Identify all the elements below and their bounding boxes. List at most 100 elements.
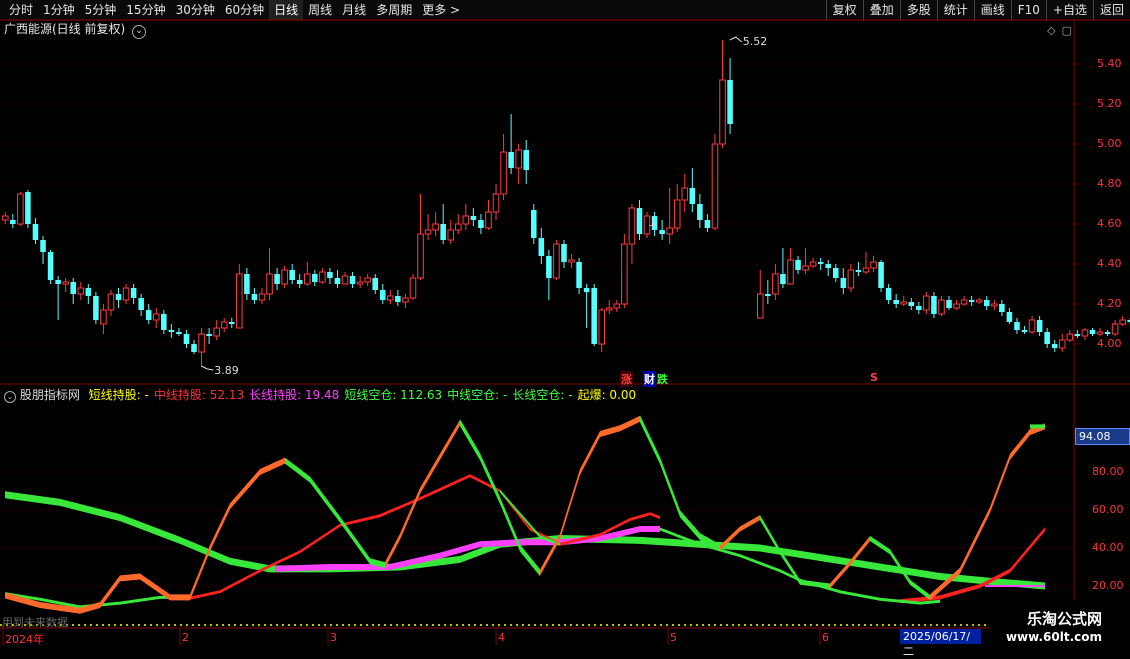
candle-body-up: [356, 281, 364, 285]
price-tick-label: 4.40: [1097, 257, 1122, 270]
candle-body-up: [553, 243, 560, 279]
candle-body-up: [621, 243, 628, 305]
price-tick-label: 4.00: [1097, 337, 1122, 350]
candle-body-down: [115, 294, 122, 300]
candle-body-down: [908, 302, 915, 306]
candle-body-up: [402, 297, 409, 303]
candle-body-down: [274, 274, 280, 284]
candle-body-down: [1074, 334, 1081, 336]
candle-body-down: [244, 274, 250, 294]
watermark-url: www.60lt.com: [1005, 630, 1102, 644]
candle-body-up: [341, 275, 349, 285]
candle-body-up: [938, 299, 945, 315]
candle-body-down: [93, 296, 99, 320]
candle-body-down: [893, 300, 899, 304]
candle-body-up: [1096, 331, 1104, 335]
future-data-note: 用到未来数据: [2, 616, 68, 629]
candle-body-down: [878, 262, 884, 288]
candle-body-up: [319, 271, 326, 283]
candle-body-up: [862, 267, 870, 273]
candle-body-up: [1059, 339, 1066, 349]
candle-body-up: [757, 293, 764, 319]
candle-body-up: [455, 223, 462, 231]
candle-body-down: [659, 230, 665, 234]
candle-body-up: [153, 313, 160, 321]
candle-body-down: [1036, 320, 1043, 332]
indicator-tick-label: 80.00: [1092, 465, 1124, 478]
drop-marker: ⊥: [648, 216, 658, 229]
candle-body-down: [885, 288, 892, 300]
candle-body-down: [296, 280, 303, 284]
candle-body-down: [145, 310, 152, 320]
high-label: 5.52: [743, 35, 768, 48]
candle-body-up: [387, 295, 394, 301]
price-tick-label: 5.20: [1097, 97, 1122, 110]
candle-body-up: [364, 277, 371, 283]
low-label: 3.89: [214, 364, 239, 377]
candle-body-up: [198, 333, 205, 353]
candle-body-down: [704, 220, 711, 228]
candle-body-down: [130, 288, 137, 298]
candle-body-down: [1021, 330, 1028, 332]
candle-body-down: [55, 280, 61, 284]
short-hold-wave-1: [5, 457, 285, 614]
candle-body-down: [40, 240, 46, 252]
candle-body-up: [772, 273, 779, 295]
candle-body-up: [492, 193, 500, 213]
candle-body-up: [991, 303, 998, 307]
event-s-marker[interactable]: S: [870, 371, 878, 384]
candle-body-down: [546, 256, 552, 278]
kline-chart[interactable]: 5.52 3.89 ⊥: [0, 0, 1130, 650]
price-tick-label: 4.80: [1097, 177, 1122, 190]
candle-body-down: [1051, 344, 1058, 348]
high-marker: [729, 36, 743, 43]
candle-body-down: [916, 306, 922, 310]
candle-body-down: [697, 204, 703, 220]
candle-body-up: [424, 229, 432, 235]
candle-body-down: [183, 334, 190, 344]
price-tick-label: 4.60: [1097, 217, 1122, 230]
candle-body-down: [10, 220, 16, 224]
candle-body-down: [508, 152, 514, 168]
short-hold-wave-2: [385, 419, 460, 569]
candle-body-up: [613, 303, 621, 309]
candle-body-up: [447, 229, 455, 241]
candle-body-down: [817, 262, 824, 264]
candle-body-up: [220, 321, 228, 329]
candle-body-up: [960, 299, 968, 305]
candle-body-up: [515, 149, 522, 169]
candle-body-down: [576, 262, 582, 288]
candle-body-down: [727, 80, 733, 124]
candle-body-down: [251, 294, 258, 300]
date-tick-label: 2: [182, 631, 189, 644]
candle-body-up: [122, 287, 130, 301]
candle-body-down: [85, 288, 92, 296]
candle-body-down: [591, 288, 597, 344]
candle-body-down: [531, 210, 537, 238]
candle-body-down: [636, 208, 643, 234]
candle-body-up: [711, 143, 719, 229]
candle-body-down: [1044, 332, 1050, 344]
candle-body-up: [923, 295, 930, 311]
candle-body-up: [107, 293, 115, 311]
candle-body-down: [395, 296, 401, 302]
candle-body-up: [870, 261, 877, 269]
event-down-badge[interactable]: 跌: [656, 371, 669, 387]
candle-body-down: [1089, 330, 1096, 334]
candle-body-down: [372, 278, 378, 290]
candle-body-up: [628, 207, 636, 245]
candle-body-up: [462, 215, 470, 225]
candle-body-up: [568, 259, 575, 263]
event-up-badge[interactable]: 涨: [620, 371, 633, 387]
candle-body-down: [470, 216, 477, 220]
candle-body-up: [17, 193, 24, 225]
candle-body-up: [802, 265, 809, 271]
date-tick-label: 3: [330, 631, 337, 644]
candle-body-up: [432, 223, 439, 231]
event-finance-badge[interactable]: 财: [643, 371, 656, 387]
candle-body-down: [946, 300, 952, 308]
candle-body-down: [689, 188, 696, 204]
date-tick-label: 4: [498, 631, 505, 644]
candle-body-down: [478, 220, 484, 228]
candle-body-up: [266, 273, 273, 295]
